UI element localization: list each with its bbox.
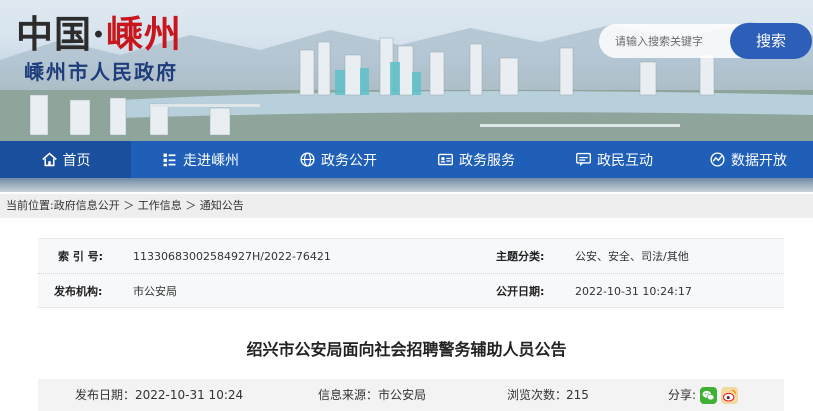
decorative-band bbox=[0, 178, 813, 192]
info-row: 索 引 号: 11330683002584927H/2022-76421 主题分… bbox=[38, 239, 784, 274]
info-source: 信息来源：市公安局 bbox=[318, 388, 427, 402]
article-meta-bar: 发布日期：2022-10-31 10:24 信息来源：市公安局 浏览次数： 21… bbox=[38, 379, 784, 411]
category-value: 公安、安全、司法/其他 bbox=[575, 250, 689, 263]
public-date-value: 2022-10-31 10:24:17 bbox=[575, 285, 692, 298]
breadcrumb-item-info-disclosure[interactable]: 政府信息公开 bbox=[54, 194, 120, 218]
nav-item-about[interactable]: 走进嵊州 bbox=[131, 141, 269, 178]
breadcrumb-prefix: 当前位置: bbox=[6, 199, 54, 212]
index-number-label: 索 引 号: bbox=[58, 250, 104, 263]
breadcrumb-item-notices[interactable]: 通知公告 bbox=[200, 194, 244, 218]
nav-item-label: 首页 bbox=[62, 152, 91, 169]
weibo-share-icon[interactable] bbox=[721, 387, 738, 404]
publisher-value: 市公安局 bbox=[133, 285, 177, 298]
chat-icon bbox=[575, 151, 592, 168]
list-icon bbox=[161, 151, 178, 168]
search-input[interactable] bbox=[599, 24, 739, 58]
nav-item-label: 数据开放 bbox=[731, 152, 787, 169]
nav-item-label: 政务服务 bbox=[459, 152, 515, 169]
article-title: 绍兴市公安局面向社会招聘警务辅助人员公告 bbox=[246, 340, 567, 359]
nav-item-open-data[interactable]: 数据开放 bbox=[683, 141, 813, 178]
nav-item-interaction[interactable]: 政民互动 bbox=[545, 141, 683, 178]
database-icon bbox=[709, 151, 726, 168]
view-count: 215 bbox=[566, 388, 589, 402]
globe-icon bbox=[299, 151, 316, 168]
nav-item-label: 走进嵊州 bbox=[183, 152, 239, 169]
nav-item-label: 政民互动 bbox=[597, 152, 653, 169]
nav-item-label: 政务公开 bbox=[321, 152, 377, 169]
breadcrumb-item-work-info[interactable]: 工作信息 bbox=[138, 194, 182, 218]
wechat-share-icon[interactable] bbox=[700, 387, 717, 404]
site-subtitle: 嵊州市人民政府 bbox=[24, 60, 178, 84]
id-card-icon bbox=[437, 151, 454, 168]
publish-date: 发布日期：2022-10-31 10:24 bbox=[75, 388, 244, 402]
public-date-label: 公开日期: bbox=[496, 285, 545, 298]
info-row: 发布机构: 市公安局 公开日期: 2022-10-31 10:24:17 bbox=[38, 274, 784, 309]
document-info-table: 索 引 号: 11330683002584927H/2022-76421 主题分… bbox=[38, 238, 784, 308]
main-nav: 首页 走进嵊州 政务公开 政务服务 政民互动 数据开放 bbox=[0, 141, 813, 178]
publisher-label: 发布机构: bbox=[54, 285, 103, 298]
view-count-label: 浏览次数： bbox=[507, 388, 568, 402]
header-banner: 中国·嵊州 嵊州市人民政府 搜索 bbox=[0, 0, 813, 141]
index-number-value: 11330683002584927H/2022-76421 bbox=[133, 250, 331, 263]
breadcrumb: 当前位置:政府信息公开 ＞ 工作信息 ＞ 通知公告 bbox=[0, 194, 813, 218]
breadcrumb-separator: ＞ bbox=[123, 199, 135, 212]
breadcrumb-separator: ＞ bbox=[185, 199, 197, 212]
nav-item-home[interactable]: 首页 bbox=[0, 141, 131, 178]
nav-item-gov-services[interactable]: 政务服务 bbox=[407, 141, 545, 178]
search-button[interactable]: 搜索 bbox=[730, 23, 812, 59]
logo-text-shengzhou: 嵊州 bbox=[105, 12, 182, 56]
home-icon bbox=[41, 151, 58, 168]
category-label: 主题分类: bbox=[496, 250, 545, 263]
share-label: 分享: bbox=[668, 388, 697, 402]
nav-item-gov-affairs[interactable]: 政务公开 bbox=[269, 141, 407, 178]
logo-text-china: 中国· bbox=[16, 12, 106, 56]
site-logo[interactable]: 中国·嵊州 bbox=[16, 4, 182, 58]
